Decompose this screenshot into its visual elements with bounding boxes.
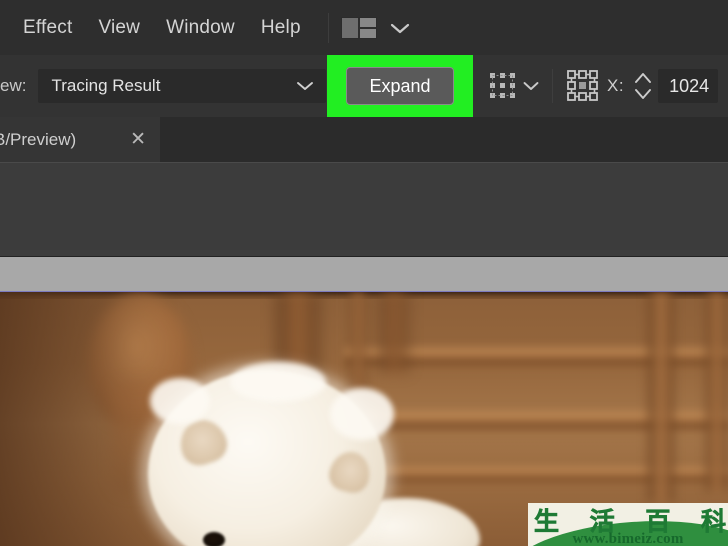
control-bar-right-tools: X: 1024 [478, 55, 719, 117]
view-label: ew: [0, 76, 27, 95]
tool-divider [552, 69, 553, 103]
view-dropdown-value: Tracing Result [51, 76, 161, 95]
x-coordinate-label: X: [607, 76, 625, 95]
photo-dog-fluff [150, 378, 210, 424]
stepper-up-down-icon [635, 73, 652, 99]
menu-effect[interactable]: Effect [10, 0, 85, 55]
application-window: Effect View Window Help ew: Tracing Resu… [0, 0, 728, 546]
photo-furniture-leg [380, 292, 408, 372]
x-stepper[interactable] [632, 69, 654, 103]
workspace-layout-icon[interactable] [340, 16, 377, 39]
x-coordinate-input[interactable]: 1024 [658, 69, 719, 103]
chevron-down-icon [523, 82, 539, 90]
expand-button[interactable]: Expand [346, 67, 454, 105]
chevron-down-icon [390, 23, 409, 33]
view-dropdown-chevron-down-icon [295, 80, 315, 92]
artboard-top-band [0, 256, 728, 292]
workspace-chevron-down-icon[interactable] [389, 21, 411, 35]
photo-dog-eye [203, 532, 225, 546]
photo-dog-fluff [330, 388, 394, 440]
document-chrome-area [0, 162, 728, 256]
document-tab-bar: B/Preview) ✕ [0, 117, 728, 162]
photo-left-shadow [0, 292, 180, 546]
reference-point-chevron-down-icon [522, 80, 540, 92]
chevron-down-icon [297, 82, 314, 90]
view-dropdown[interactable]: Tracing Result [38, 69, 327, 103]
expand-button-highlight: Expand [327, 55, 473, 117]
menu-help[interactable]: Help [248, 0, 314, 55]
menu-divider [327, 12, 329, 43]
watermark-url: www.bimeiz.com [572, 531, 684, 546]
menu-bar: Effect View Window Help [0, 0, 728, 55]
reference-point-control[interactable] [486, 69, 540, 103]
document-tab[interactable]: B/Preview) ✕ [0, 117, 160, 162]
photo-railing-post [706, 292, 728, 492]
photo-dog-fluff [230, 362, 326, 402]
photo-railing-post [648, 292, 674, 502]
document-tab-title: B/Preview) [0, 129, 77, 149]
workspace-layout-icon-svg [340, 16, 377, 39]
align-distribute-icon [567, 70, 598, 101]
watermark: 生 活 百 科 www.bimeiz.com [528, 503, 728, 546]
close-icon[interactable]: ✕ [130, 130, 146, 149]
align-distribute-button[interactable] [565, 68, 601, 104]
menu-view[interactable]: View [85, 0, 153, 55]
menu-window[interactable]: Window [153, 0, 248, 55]
reference-point-grid-icon [490, 73, 515, 98]
